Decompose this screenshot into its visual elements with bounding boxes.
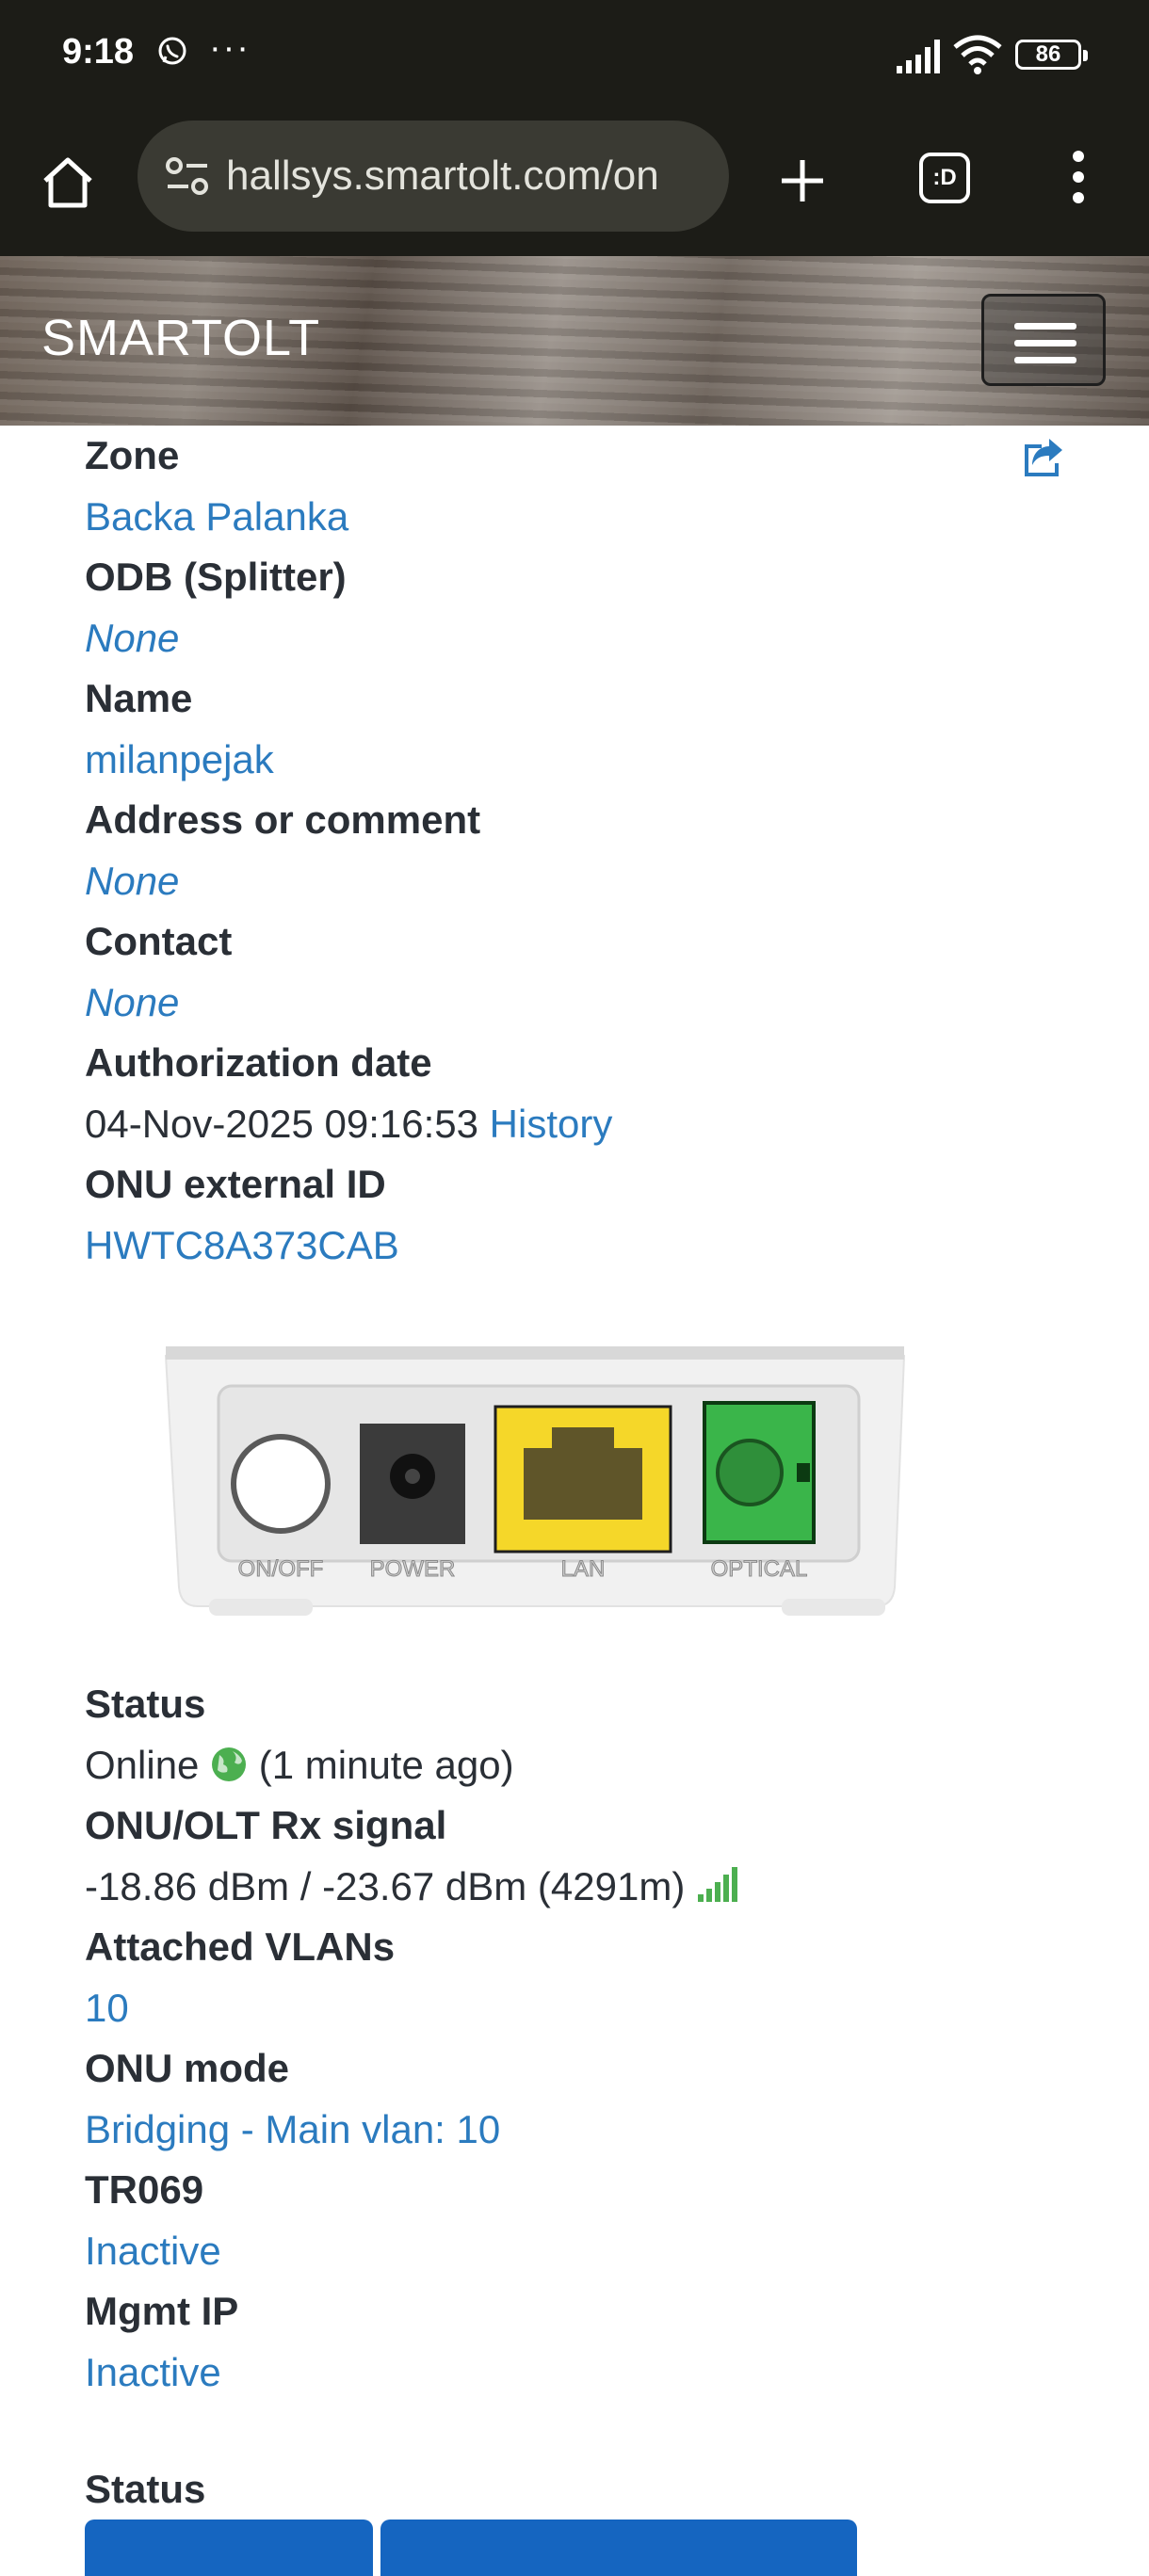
field-odb: ODB (Splitter) None	[85, 547, 1083, 668]
field-label: ONU external ID	[85, 1162, 386, 1206]
rx-signal-value: -18.86 dBm / -23.67 dBm (4291m)	[85, 1856, 1083, 1917]
status-bar: 9:18 ··· 86	[0, 0, 1149, 113]
field-mgmt-ip: Mgmt IP Inactive	[85, 2281, 1083, 2403]
onu-status-details: Status Online (1 minute ago) ONU/OLT Rx …	[85, 1674, 1083, 2403]
hamburger-icon[interactable]	[981, 294, 1106, 386]
field-name: Name milanpejak	[85, 668, 1083, 790]
signal-icon	[897, 40, 940, 73]
authorization-date: 04-Nov-2025 09:16:53	[85, 1102, 478, 1146]
field-label: Status	[85, 1682, 206, 1726]
signal-bars-icon[interactable]	[696, 1866, 739, 1902]
field-vlans: Attached VLANs 10	[85, 1917, 1083, 2038]
status-action-button[interactable]	[85, 2520, 373, 2576]
field-status: Status Online (1 minute ago)	[85, 1674, 1083, 1795]
mgmt-ip-link[interactable]: Inactive	[85, 2342, 1083, 2403]
port-label-power: POWER	[370, 1556, 456, 1582]
address-bar[interactable]: hallsys.smartolt.com/on	[138, 121, 729, 232]
field-label: Address or comment	[85, 797, 481, 842]
globe-icon	[212, 1747, 247, 1781]
onu-mode-link[interactable]: Bridging - Main vlan: 10	[85, 2099, 1083, 2160]
field-label: TR069	[85, 2167, 204, 2212]
field-onu-mode: ONU mode Bridging - Main vlan: 10	[85, 2038, 1083, 2160]
wifi-icon	[953, 35, 1002, 74]
tab-switcher-icon[interactable]: :D	[919, 153, 970, 203]
field-label: Contact	[85, 919, 233, 963]
field-label: Mgmt IP	[85, 2289, 239, 2333]
field-address: Address or comment None	[85, 790, 1083, 911]
more-notifications: ···	[209, 28, 251, 68]
battery-icon: 86	[1015, 40, 1088, 70]
authorization-date-value: 04-Nov-2025 09:16:53 History	[85, 1093, 1083, 1154]
port-label-optical: OPTICAL	[711, 1556, 808, 1582]
field-zone: Zone Backa Palanka	[85, 426, 1083, 547]
odb-link[interactable]: None	[85, 607, 1083, 668]
clock: 9:18	[62, 32, 135, 72]
zone-link[interactable]: Backa Palanka	[85, 486, 1083, 547]
url-text[interactable]: hallsys.smartolt.com/on	[226, 153, 716, 200]
rx-signal-text: -18.86 dBm / -23.67 dBm (4291m)	[85, 1864, 686, 1908]
port-label-lan: LAN	[561, 1556, 606, 1582]
vlans-link[interactable]: 10	[85, 1977, 1083, 2038]
online-text: Online	[85, 1743, 200, 1787]
field-label: ONU/OLT Rx signal	[85, 1803, 447, 1847]
status-value: Online (1 minute ago)	[85, 1734, 1083, 1795]
field-rx-signal: ONU/OLT Rx signal -18.86 dBm / -23.67 dB…	[85, 1795, 1083, 1917]
site-settings-icon[interactable]	[166, 156, 209, 196]
field-label: Attached VLANs	[85, 1924, 396, 1969]
field-external-id: ONU external ID HWTC8A373CAB	[85, 1154, 1083, 1276]
last-seen: (1 minute ago)	[258, 1743, 514, 1787]
external-id-link[interactable]: HWTC8A373CAB	[85, 1215, 1083, 1276]
home-icon[interactable]	[40, 154, 96, 211]
status-action-button[interactable]	[380, 2520, 857, 2576]
field-label: Zone	[85, 433, 180, 477]
site-navbar: SMARTOLT	[0, 256, 1149, 426]
port-label-onoff: ON/OFF	[238, 1556, 324, 1582]
new-tab-plus-icon[interactable]	[772, 151, 833, 211]
brand-logo[interactable]: SMARTOLT	[41, 309, 320, 367]
field-authorization-date: Authorization date 04-Nov-2025 09:16:53 …	[85, 1033, 1083, 1154]
history-link[interactable]: History	[490, 1102, 613, 1146]
field-label: Name	[85, 676, 193, 720]
name-link[interactable]: milanpejak	[85, 729, 1083, 790]
field-label: ONU mode	[85, 2046, 290, 2090]
browser-toolbar: hallsys.smartolt.com/on :D	[0, 113, 1149, 256]
field-tr069: TR069 Inactive	[85, 2160, 1083, 2281]
overflow-menu-icon[interactable]	[1064, 151, 1092, 211]
contact-link[interactable]: None	[85, 972, 1083, 1033]
status-section-heading: Status	[85, 2467, 206, 2511]
field-label: ODB (Splitter)	[85, 555, 347, 599]
address-link[interactable]: None	[85, 850, 1083, 911]
onu-device-image: ON/OFF POWER LAN OPTICAL	[164, 1346, 906, 1616]
tr069-link[interactable]: Inactive	[85, 2220, 1083, 2281]
onu-details: Zone Backa Palanka ODB (Splitter) None N…	[85, 426, 1083, 1276]
field-contact: Contact None	[85, 911, 1083, 1033]
field-label: Authorization date	[85, 1040, 432, 1085]
viber-icon	[158, 37, 186, 65]
